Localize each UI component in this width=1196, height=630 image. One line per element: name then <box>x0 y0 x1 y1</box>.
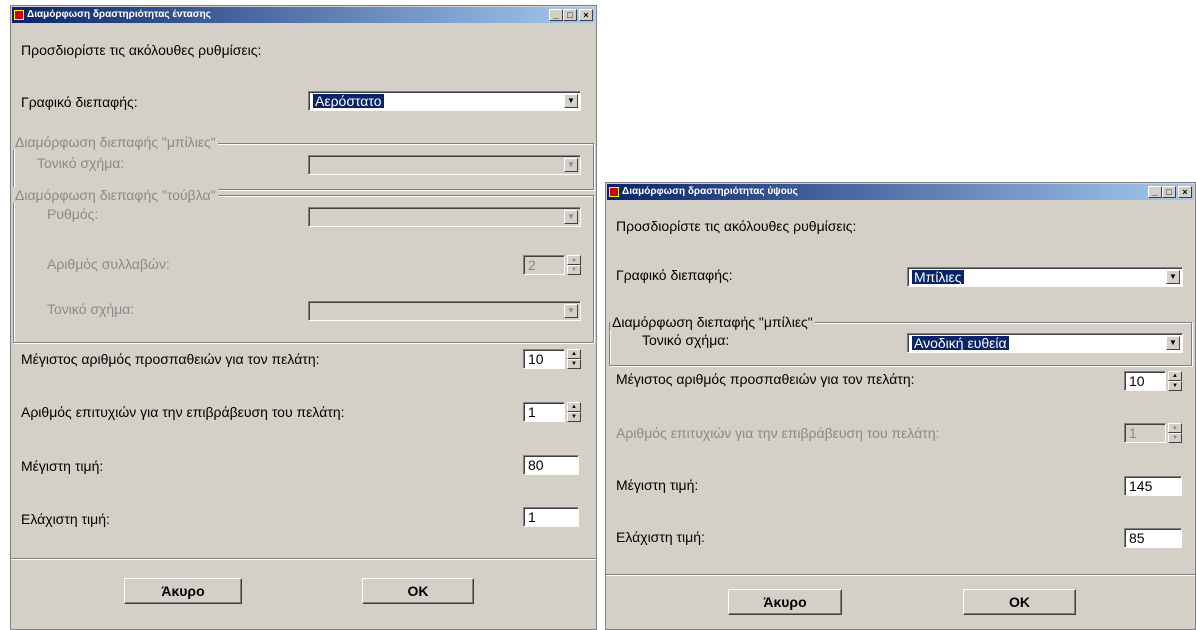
max-attempts-field[interactable]: 10 <box>523 349 565 369</box>
min-value-field[interactable]: 1 <box>523 507 579 527</box>
syllables-value: 2 <box>528 257 536 273</box>
chevron-down-icon[interactable]: ▼ <box>1166 270 1180 284</box>
ok-button[interactable]: OK <box>963 589 1076 615</box>
successes-value: 1 <box>1129 425 1137 441</box>
max-attempts-field[interactable]: 10 <box>1124 371 1166 391</box>
pitch-config-window: Διαμόρφωση δραστηριότητας ύψους _ □ × Πρ… <box>605 182 1196 630</box>
spin-up-icon[interactable]: ▲ <box>567 349 581 359</box>
close-icon[interactable]: × <box>1178 186 1192 198</box>
syllables-spinner[interactable]: ▲ ▼ <box>567 255 581 275</box>
interface-select[interactable]: Αερόστατο ▼ <box>308 91 581 111</box>
successes-spinner[interactable]: ▲ ▼ <box>567 402 581 422</box>
successes-label: Αριθμός επιτυχιών για την επιβράβευση το… <box>21 404 345 420</box>
max-value-value: 145 <box>1129 478 1153 494</box>
divider <box>11 558 596 560</box>
max-attempts-label: Μέγιστος αριθμός προσπαθειών για τον πελ… <box>21 351 320 367</box>
max-attempts-spinner[interactable]: ▲ ▼ <box>567 349 581 369</box>
intensity-config-window: Διαμόρφωση δραστηριότητας έντασης _ □ × … <box>10 5 597 630</box>
balloons-group-legend: Διαμόρφωση διεπαφής "μπίλιες" <box>610 314 815 330</box>
min-value-value: 85 <box>1129 530 1145 546</box>
spin-up-icon[interactable]: ▲ <box>1168 423 1182 433</box>
close-icon[interactable]: × <box>579 9 593 21</box>
successes-field[interactable]: 1 <box>1124 423 1166 443</box>
max-attempts-value: 10 <box>528 351 544 367</box>
interface-select[interactable]: Μπίλιες ▼ <box>907 267 1183 287</box>
bricks-rhythm-select[interactable]: ▼ <box>308 207 581 227</box>
title-bar[interactable]: Διαμόρφωση δραστηριότητας ύψους _ □ × <box>607 184 1194 200</box>
min-value-label: Ελάχιστη τιμή: <box>21 511 110 527</box>
interface-label: Γραφικό διεπαφής: <box>616 267 733 283</box>
min-value-label: Ελάχιστη τιμή: <box>616 529 705 545</box>
window-title: Διαμόρφωση δραστηριότητας ύψους <box>622 186 798 197</box>
max-value-label: Μέγιστη τιμή: <box>21 458 104 474</box>
successes-value: 1 <box>528 404 536 420</box>
balloons-tone-select[interactable]: Ανοδική ευθεία ▼ <box>907 333 1183 353</box>
app-icon <box>609 187 619 197</box>
max-value-label: Μέγιστη τιμή: <box>616 477 699 493</box>
app-icon <box>14 10 24 20</box>
chevron-down-icon[interactable]: ▼ <box>564 304 578 318</box>
interface-label: Γραφικό διεπαφής: <box>21 94 138 110</box>
window-title: Διαμόρφωση δραστηριότητας έντασης <box>27 9 211 20</box>
max-value-field[interactable]: 80 <box>523 455 579 475</box>
maximize-icon[interactable]: □ <box>563 9 577 21</box>
max-attempts-spinner[interactable]: ▲ ▼ <box>1168 371 1182 391</box>
balloons-tone-value: Ανοδική ευθεία <box>912 335 1009 351</box>
chevron-down-icon[interactable]: ▼ <box>564 158 578 172</box>
bricks-group-legend: Διαμόρφωση διεπαφής "τούβλα" <box>13 187 218 203</box>
interface-value: Μπίλιες <box>912 269 964 285</box>
balloons-tone-select[interactable]: ▼ <box>308 155 581 175</box>
interface-value: Αερόστατο <box>313 93 384 109</box>
successes-field[interactable]: 1 <box>523 402 565 422</box>
balloons-group-legend: Διαμόρφωση διεπαφής "μπίλιες" <box>13 134 218 150</box>
chevron-down-icon[interactable]: ▼ <box>564 210 578 224</box>
cancel-button[interactable]: Άκυρο <box>728 589 842 615</box>
spin-up-icon[interactable]: ▲ <box>1168 371 1182 381</box>
syllables-label: Αριθμός συλλαβών: <box>47 256 170 272</box>
spin-down-icon[interactable]: ▼ <box>567 265 581 275</box>
maximize-icon[interactable]: □ <box>1162 186 1176 198</box>
min-value-field[interactable]: 85 <box>1124 528 1182 548</box>
max-attempts-value: 10 <box>1129 373 1145 389</box>
spin-down-icon[interactable]: ▼ <box>1168 381 1182 391</box>
title-bar[interactable]: Διαμόρφωση δραστηριότητας έντασης _ □ × <box>12 7 595 23</box>
max-attempts-label: Μέγιστος αριθμός προσπαθειών για τον πελ… <box>616 371 915 387</box>
max-value-value: 80 <box>528 457 544 473</box>
ok-button[interactable]: OK <box>362 578 474 604</box>
minimize-icon[interactable]: _ <box>1148 186 1162 198</box>
balloons-tone-label: Τονικό σχήμα: <box>642 332 730 348</box>
spin-down-icon[interactable]: ▼ <box>567 412 581 422</box>
cancel-button[interactable]: Άκυρο <box>124 578 242 604</box>
chevron-down-icon[interactable]: ▼ <box>564 94 578 108</box>
intro-text: Προσδιορίστε τις ακόλουθες ρυθμίσεις: <box>21 42 262 58</box>
bricks-tone-select[interactable]: ▼ <box>308 301 581 321</box>
spin-down-icon[interactable]: ▼ <box>567 359 581 369</box>
min-value-value: 1 <box>528 509 536 525</box>
bricks-tone-label: Τονικό σχήμα: <box>47 301 135 317</box>
syllables-field[interactable]: 2 <box>523 255 565 275</box>
chevron-down-icon[interactable]: ▼ <box>1166 336 1180 350</box>
divider <box>606 574 1195 576</box>
spin-down-icon[interactable]: ▼ <box>1168 433 1182 443</box>
successes-spinner[interactable]: ▲ ▼ <box>1168 423 1182 443</box>
spin-up-icon[interactable]: ▲ <box>567 255 581 265</box>
spin-up-icon[interactable]: ▲ <box>567 402 581 412</box>
bricks-rhythm-label: Ρυθμός: <box>47 206 99 222</box>
balloons-tone-label: Τονικό σχήμα: <box>37 155 125 171</box>
max-value-field[interactable]: 145 <box>1124 476 1182 496</box>
successes-label: Αριθμός επιτυχιών για την επιβράβευση το… <box>616 425 940 441</box>
minimize-icon[interactable]: _ <box>549 9 563 21</box>
intro-text: Προσδιορίστε τις ακόλουθες ρυθμίσεις: <box>616 218 857 234</box>
